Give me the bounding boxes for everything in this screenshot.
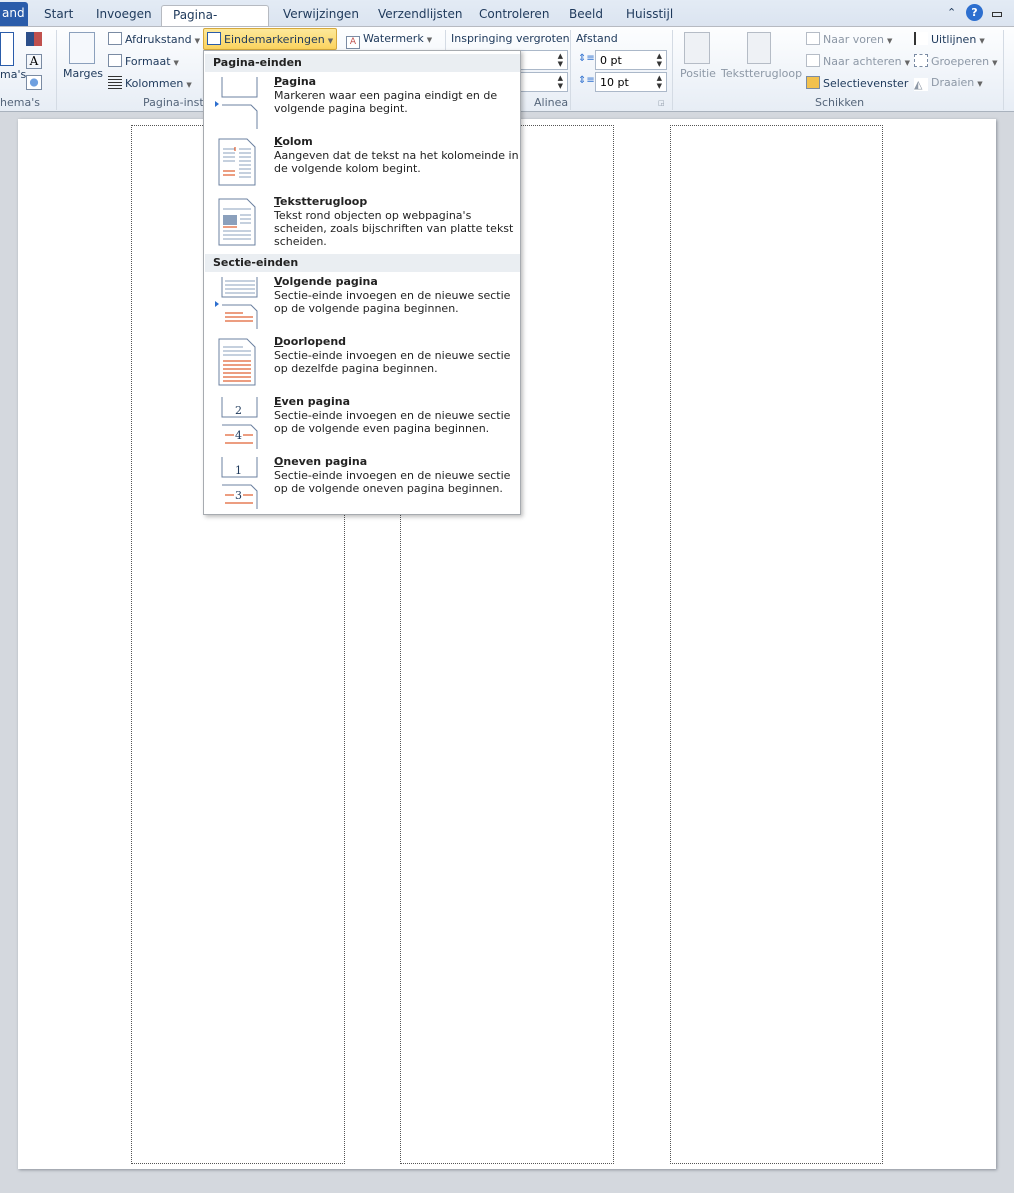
menu-item-description: Aangeven dat de tekst na het kolomeinde … [274, 149, 519, 175]
size-icon [108, 54, 122, 67]
group-objects-button[interactable]: Groeperen ▼ [914, 54, 997, 68]
send-backward-button[interactable]: Naar achteren ▼ [806, 54, 910, 68]
group-label-paragraph: Alinea [534, 96, 569, 109]
indent-label: Inspringing vergroten [451, 32, 570, 45]
menu-item-title: Pagina [274, 75, 317, 88]
tab-beeld[interactable]: Beeld [561, 5, 611, 27]
text-wrap-icon[interactable] [747, 32, 771, 64]
watermark-button[interactable]: A Watermerk ▼ [346, 32, 432, 49]
paragraph-dialog-launcher-icon[interactable]: ◲ [658, 99, 665, 107]
tab-file[interactable]: and [0, 2, 28, 26]
menu-item-page[interactable]: Pagina Markeren waar een pagina eindigt e… [205, 73, 520, 133]
svg-text:2: 2 [235, 404, 242, 417]
column-break-icon [218, 138, 256, 186]
send-backward-icon [806, 54, 820, 67]
margins-icon[interactable] [69, 32, 95, 64]
tab-start[interactable]: Start [36, 5, 81, 27]
menu-item-title: Tekstterugloop [274, 195, 368, 208]
align-button[interactable]: Uitlijnen ▼ [914, 32, 985, 46]
selection-pane-button[interactable]: Selectievenster [806, 76, 908, 90]
themes-icon[interactable] [0, 32, 14, 66]
selection-pane-icon [806, 76, 820, 89]
bring-forward-button[interactable]: Naar voren ▼ [806, 32, 892, 46]
group-label-themes: hema's [0, 96, 40, 109]
menu-item-next-page[interactable]: Volgende pagina Sectie-einde invoegen en … [205, 273, 520, 333]
menu-item-description: Sectie-einde invoegen en de nieuwe secti… [274, 349, 511, 375]
tab-invoegen[interactable]: Invoegen [88, 5, 160, 27]
themes-button[interactable]: ma's [0, 68, 26, 81]
size-button[interactable]: Formaat ▼ [108, 54, 179, 68]
menu-item-description: Sectie-einde invoegen en de nieuwe secti… [274, 469, 511, 495]
page-break-icon [215, 77, 258, 129]
menu-item-title: Doorlopend [274, 335, 347, 348]
columns-icon [108, 76, 122, 89]
menu-item-title: Volgende pagina [274, 275, 378, 288]
even-page-icon: 24 [221, 397, 258, 449]
svg-text:4: 4 [235, 429, 242, 442]
text-column[interactable] [670, 125, 883, 1164]
rotate-button[interactable]: ◭ Draaien ▼ [914, 76, 983, 91]
menu-item-description: Sectie-einde invoegen en de nieuwe secti… [274, 409, 511, 435]
theme-fonts-icon[interactable]: A [26, 54, 42, 69]
position-button[interactable]: Positie [680, 67, 716, 80]
menu-item-text-wrapping[interactable]: Tekstterugloop Tekst rond objecten op web… [205, 193, 520, 253]
tab-pagina-indeling[interactable]: Pagina-indeling [161, 5, 269, 40]
spacing-after-icon: ⇕≡ [578, 75, 595, 86]
group-objects-icon [914, 54, 928, 67]
tab-verwijzingen[interactable]: Verwijzingen [275, 5, 367, 27]
continuous-icon [218, 338, 256, 386]
breaks-button[interactable]: Eindemarkeringen ▼ [203, 28, 338, 50]
tab-verzendlijsten[interactable]: Verzendlijsten [370, 5, 470, 27]
odd-page-icon: 13 [221, 457, 258, 509]
menu-item-description: Tekst rond objecten op webpagina's schei… [274, 209, 514, 248]
menu-item-title: Oneven pagina [274, 455, 368, 468]
orientation-button[interactable]: Afdrukstand ▼ [108, 32, 200, 46]
svg-text:1: 1 [235, 464, 242, 477]
text-wrap-break-icon [218, 198, 256, 246]
help-icon[interactable]: ? [966, 4, 983, 21]
menu-item-title: Kolom [274, 135, 313, 148]
tab-controleren[interactable]: Controleren [471, 5, 557, 27]
margins-button[interactable]: Marges [63, 67, 103, 80]
menu-item-title: Even pagina [274, 395, 351, 408]
restore-icon[interactable] [992, 12, 1002, 17]
spacing-before-icon: ⇕≡ [578, 53, 595, 64]
rotate-icon: ◭ [914, 78, 928, 91]
group-label-page-setup: Pagina-inste [143, 96, 211, 109]
theme-effects-icon[interactable] [26, 75, 42, 90]
menu-item-odd-page[interactable]: 13 Oneven pagina Sectie-einde invoegen en… [205, 453, 520, 513]
svg-text:3: 3 [235, 489, 242, 502]
text-wrap-button[interactable]: Tekstterugloop [721, 67, 802, 80]
watermark-icon: A [346, 36, 360, 49]
align-icon [914, 32, 928, 45]
spacing-label: Afstand [576, 32, 618, 45]
menu-item-continuous[interactable]: Doorlopend Sectie-einde invoegen en de ni… [205, 333, 520, 393]
breaks-dropdown-menu: Pagina-einden Pagina Markeren waar een pa… [203, 50, 521, 515]
menu-item-even-page[interactable]: 24 Even pagina Sectie-einde invoegen en d… [205, 393, 520, 453]
menu-item-description: Sectie-einde invoegen en de nieuwe secti… [274, 289, 511, 315]
spacing-before-field[interactable]: 0 pt ▲ ▼ [595, 50, 667, 70]
menu-header-section-breaks: Sectie-einden [205, 254, 520, 272]
spacing-after-field[interactable]: 10 pt ▲ ▼ [595, 72, 667, 92]
menu-item-description: Markeren waar een pagina eindigt en de v… [274, 89, 498, 115]
next-page-icon [215, 277, 258, 329]
position-icon[interactable] [684, 32, 710, 64]
group-label-arrange: Schikken [815, 96, 865, 109]
theme-colors-icon[interactable] [26, 32, 42, 46]
breaks-icon [207, 32, 221, 45]
menu-header-page-breaks: Pagina-einden [205, 54, 520, 72]
minimize-ribbon-icon[interactable]: ⌃ [947, 6, 956, 19]
columns-button[interactable]: Kolommen ▼ [108, 76, 192, 90]
tab-bar: and Start Invoegen Pagina-indeling Verwi… [0, 0, 1014, 40]
menu-item-column[interactable]: Kolom Aangeven dat de tekst na het kolome… [205, 133, 520, 193]
tab-huisstijl[interactable]: Huisstijl [618, 5, 681, 27]
bring-forward-icon [806, 32, 820, 45]
orientation-icon [108, 32, 122, 45]
